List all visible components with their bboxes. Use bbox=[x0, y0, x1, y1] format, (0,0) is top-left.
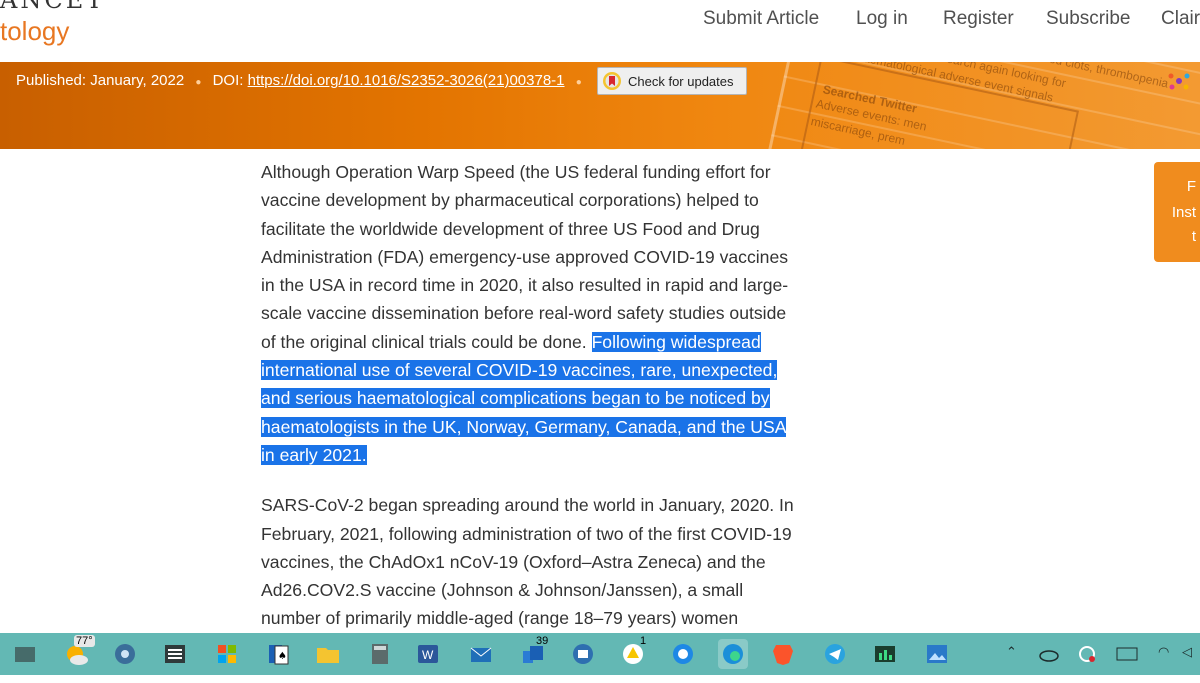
edge-browser-app[interactable] bbox=[718, 639, 748, 669]
wifi-icon[interactable]: ◠ bbox=[1158, 645, 1169, 660]
side-tab-text: F bbox=[1186, 178, 1196, 195]
notification-badge: 1 bbox=[640, 635, 647, 647]
start-button[interactable] bbox=[10, 639, 40, 669]
weather-temp: 77° bbox=[74, 635, 95, 647]
check-for-updates-button[interactable]: Check for updates bbox=[597, 67, 747, 95]
doi-label: DOI: bbox=[212, 72, 244, 89]
mail-app[interactable] bbox=[466, 639, 496, 669]
side-panel-tab[interactable]: F Inst t bbox=[1154, 162, 1200, 262]
lion-icon bbox=[773, 645, 793, 665]
check-for-updates-label: Check for updates bbox=[628, 73, 734, 89]
stocks-app[interactable] bbox=[870, 639, 900, 669]
side-tab-text: Inst bbox=[1171, 204, 1196, 221]
published-label: Published: bbox=[16, 72, 87, 89]
chat-icon bbox=[573, 644, 593, 664]
vpn-app[interactable] bbox=[668, 639, 698, 669]
chevron-up-icon[interactable]: ⌃ bbox=[1006, 645, 1017, 660]
windows-icon bbox=[15, 647, 35, 662]
publication-info: Published: January, 2022 ● DOI: https://… bbox=[16, 72, 589, 89]
cards-icon: ♠ bbox=[269, 645, 289, 665]
nav-log-in[interactable]: Log in bbox=[856, 8, 908, 30]
onedrive-cloud-icon[interactable] bbox=[1038, 646, 1060, 662]
gear-icon bbox=[115, 644, 135, 664]
image-icon bbox=[927, 645, 947, 663]
calculator-icon bbox=[372, 644, 388, 664]
journal-logo-subtitle[interactable]: tology bbox=[0, 16, 69, 47]
article-banner: Searched Twitter Adverse events: men mis… bbox=[0, 62, 1200, 149]
published-date: January, 2022 bbox=[90, 72, 185, 89]
svg-text:W: W bbox=[422, 648, 434, 662]
site-header: ANCET tology Submit Article Log in Regis… bbox=[0, 0, 1200, 63]
photos-app[interactable] bbox=[922, 639, 952, 669]
windows-taskbar: 77° ♠ W 39 1 ⌃ ◠ ◁ bbox=[0, 633, 1200, 675]
telegram-app[interactable] bbox=[820, 639, 850, 669]
word-app[interactable]: W bbox=[413, 639, 443, 669]
article-body: Although Operation Warp Speed (the US fe… bbox=[261, 158, 801, 683]
sliders-icon bbox=[165, 645, 185, 663]
nav-submit-article[interactable]: Submit Article bbox=[703, 8, 819, 30]
sync-icon[interactable] bbox=[1076, 643, 1098, 665]
svg-text:♠: ♠ bbox=[278, 651, 287, 662]
paragraph: Although Operation Warp Speed (the US fe… bbox=[261, 158, 801, 469]
altmetric-icon[interactable] bbox=[1166, 70, 1192, 92]
nav-claim[interactable]: Clair bbox=[1161, 8, 1200, 30]
separator-dot: ● bbox=[195, 77, 202, 88]
paragraph-text: Although Operation Warp Speed (the US fe… bbox=[261, 162, 789, 352]
separator-dot: ● bbox=[575, 77, 582, 88]
chat-app[interactable] bbox=[568, 639, 598, 669]
keyboard-icon[interactable] bbox=[1116, 646, 1138, 662]
store-icon bbox=[218, 645, 236, 663]
volume-icon[interactable]: ◁ bbox=[1182, 645, 1192, 660]
folder-icon bbox=[317, 648, 339, 663]
doi-link[interactable]: https://doi.org/10.1016/S2352-3026(21)00… bbox=[248, 72, 565, 89]
mail-icon bbox=[470, 647, 492, 662]
chart-icon bbox=[875, 646, 895, 662]
circle-arrow-icon bbox=[673, 644, 693, 664]
paper-plane-icon bbox=[825, 644, 845, 664]
notification-badge: 39 bbox=[536, 635, 549, 647]
crossmark-icon bbox=[603, 72, 621, 90]
brave-browser-app[interactable] bbox=[768, 639, 798, 669]
control-panel-app[interactable] bbox=[160, 639, 190, 669]
edge-icon bbox=[723, 644, 743, 664]
calculator-app[interactable] bbox=[365, 639, 395, 669]
file-explorer-app[interactable] bbox=[313, 639, 343, 669]
nav-register[interactable]: Register bbox=[943, 8, 1014, 30]
settings-app[interactable] bbox=[110, 639, 140, 669]
microsoft-store-app[interactable] bbox=[212, 639, 242, 669]
side-tab-text: t bbox=[1191, 228, 1196, 245]
word-icon: W bbox=[418, 645, 438, 663]
nav-subscribe[interactable]: Subscribe bbox=[1046, 8, 1131, 30]
solitaire-app[interactable]: ♠ bbox=[263, 639, 293, 669]
journal-logo-top[interactable]: ANCET bbox=[0, 0, 105, 14]
